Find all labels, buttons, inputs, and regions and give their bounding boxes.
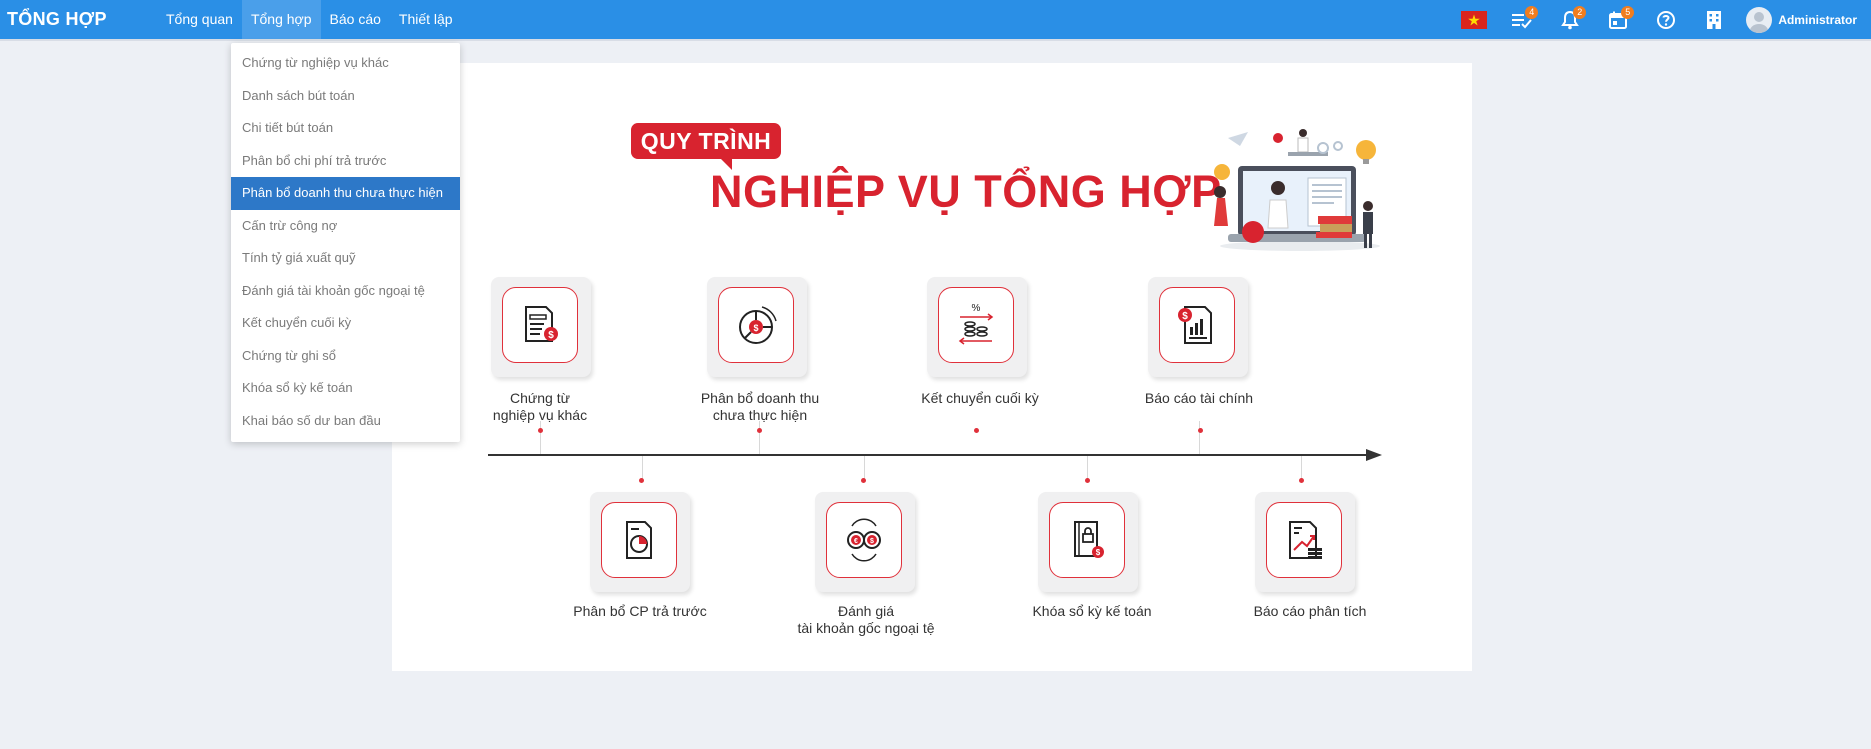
app-brand[interactable]: TỔNG HỢP: [7, 9, 157, 30]
step-label: Đánh giá tài khoản gốc ngoại tệ: [797, 603, 935, 636]
timeline-line: [488, 454, 1371, 456]
svg-text:$: $: [870, 538, 874, 545]
step-ket-chuyen-cuoi-ky[interactable]: %: [927, 277, 1027, 377]
timeline-dot: [538, 428, 543, 433]
step-bao-cao-phan-tich[interactable]: [1255, 492, 1355, 592]
step-bao-cao-tai-chinh[interactable]: $: [1148, 277, 1248, 377]
language-button[interactable]: [1450, 0, 1498, 39]
svg-text:$: $: [548, 330, 554, 341]
step-label: Báo cáo tài chính: [1144, 390, 1254, 406]
coins-transfer-icon: %: [958, 303, 994, 345]
avatar: [1746, 6, 1773, 33]
currency-exchange-icon: € $: [847, 518, 881, 562]
menu-item-khoa-so-ky-ke-toan[interactable]: Khóa sổ kỳ kế toán: [231, 372, 460, 405]
svg-text:%: %: [972, 303, 981, 314]
step-chung-tu-nghiep-vu-khac[interactable]: $: [491, 277, 591, 377]
calendar-button[interactable]: 5: [1594, 0, 1642, 39]
step-phan-bo-doanh-thu[interactable]: $: [707, 277, 807, 377]
timeline-dot: [1198, 428, 1203, 433]
menu-item-khai-bao-so-du[interactable]: Khai báo số dư ban đầu: [231, 405, 460, 438]
building-icon: [1707, 10, 1722, 29]
infographic-title: NGHIỆP VỤ TỔNG HỢP: [710, 166, 1222, 217]
svg-text:$: $: [1096, 548, 1101, 557]
step-danh-gia-tai-khoan[interactable]: € $: [815, 492, 915, 592]
nav-tong-quan[interactable]: Tổng quan: [157, 0, 242, 39]
menu-item-danh-sach-but-toan[interactable]: Danh sách bút toán: [231, 80, 460, 113]
company-button[interactable]: [1690, 0, 1738, 39]
svg-text:€: €: [854, 538, 858, 545]
notifications-badge: 2: [1573, 6, 1587, 19]
user-name: Administrator: [1778, 12, 1857, 27]
menu-item-can-tru-cong-no[interactable]: Cấn trừ công nợ: [231, 210, 460, 243]
user-menu[interactable]: Administrator: [1746, 6, 1857, 33]
analysis-report-icon: [1289, 521, 1322, 559]
step-label: Báo cáo phân tích: [1253, 603, 1367, 619]
help-icon: [1657, 10, 1676, 29]
financial-report-icon: $: [1178, 306, 1212, 344]
report-pie-icon: [626, 521, 652, 559]
calendar-badge: 5: [1621, 6, 1635, 19]
step-label: Phân bổ doanh thu chưa thực hiện: [700, 390, 820, 423]
menu-item-chi-tiet-but-toan[interactable]: Chi tiết bút toán: [231, 112, 460, 145]
timeline-dot: [1085, 478, 1090, 483]
menu-item-phan-bo-doanh-thu[interactable]: Phân bổ doanh thu chưa thực hiện: [231, 177, 460, 210]
timeline-dot: [639, 478, 644, 483]
nav-thiet-lap[interactable]: Thiết lập: [390, 0, 462, 39]
help-button[interactable]: [1642, 0, 1690, 39]
top-navbar: TỔNG HỢP Tổng quan Tổng hợp Báo cáo Thiế…: [0, 0, 1871, 39]
menu-item-chung-tu-ghi-so[interactable]: Chứng từ ghi sổ: [231, 340, 460, 373]
svg-text:$: $: [1182, 311, 1188, 322]
nav-bao-cao[interactable]: Báo cáo: [321, 0, 390, 39]
pie-chart-dollar-icon: $: [739, 306, 777, 344]
document-dollar-icon: $: [525, 306, 558, 342]
menu-item-ket-chuyen-cuoi-ky[interactable]: Kết chuyển cuối kỳ: [231, 307, 460, 340]
timeline-dot: [757, 428, 762, 433]
svg-text:$: $: [753, 323, 758, 333]
toolbar-right: 4 2 5 Administrator: [1450, 0, 1871, 39]
step-label: Phân bổ CP trả trước: [573, 603, 707, 619]
connector: [1199, 421, 1200, 454]
office-illustration-icon: [1214, 129, 1380, 251]
tasks-badge: 4: [1525, 6, 1539, 19]
nav-tong-hop[interactable]: Tổng hợp: [241, 0, 321, 39]
timeline-arrowhead: [1366, 449, 1382, 461]
step-phan-bo-cp-tra-truoc[interactable]: [590, 492, 690, 592]
tasks-button[interactable]: 4: [1498, 0, 1546, 39]
navbar-divider: [0, 39, 1871, 41]
step-khoa-so-ky-ke-toan[interactable]: $: [1038, 492, 1138, 592]
timeline-dot: [1299, 478, 1304, 483]
menu-item-danh-gia-tai-khoan[interactable]: Đánh giá tài khoản gốc ngoại tệ: [231, 275, 460, 308]
menu-item-chung-tu-nghiep-vu-khac[interactable]: Chứng từ nghiệp vụ khác: [231, 47, 460, 80]
step-label: Chứng từ nghiệp vụ khác: [492, 390, 588, 423]
menu-item-tinh-ty-gia-xuat-quy[interactable]: Tính tỷ giá xuất quỹ: [231, 242, 460, 275]
tong-hop-dropdown: Chứng từ nghiệp vụ khác Danh sách bút to…: [231, 43, 460, 442]
vietnam-flag-icon: [1461, 10, 1488, 29]
connector: [540, 421, 541, 454]
connector: [759, 421, 760, 454]
step-label: Khóa sổ kỳ kế toán: [1032, 603, 1152, 619]
step-label: Kết chuyển cuối kỳ: [921, 390, 1039, 406]
timeline-dot: [974, 428, 979, 433]
locked-book-icon: $: [1074, 521, 1104, 558]
menu-item-phan-bo-chi-phi-tra-truoc[interactable]: Phân bổ chi phí trả trước: [231, 145, 460, 178]
notifications-button[interactable]: 2: [1546, 0, 1594, 39]
process-tag: QUY TRÌNH: [631, 123, 781, 159]
main-nav: Tổng quan Tổng hợp Báo cáo Thiết lập: [157, 0, 462, 39]
timeline-dot: [861, 478, 866, 483]
